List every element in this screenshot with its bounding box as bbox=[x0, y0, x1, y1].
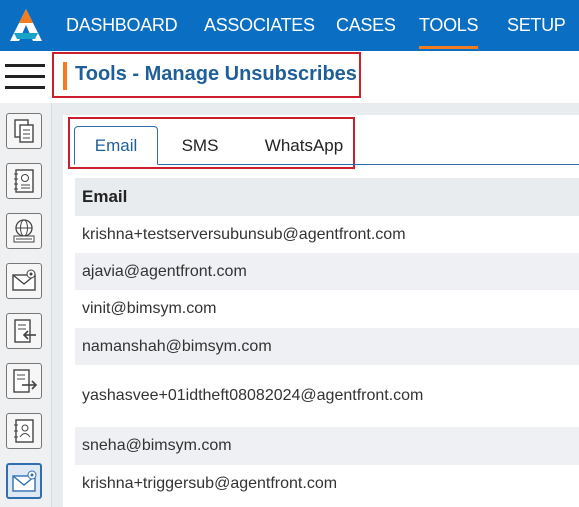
table-row[interactable]: ajavia@agentfront.com bbox=[75, 253, 579, 290]
copy-docs-icon bbox=[14, 119, 34, 143]
nav-tools[interactable]: TOOLS bbox=[419, 0, 479, 51]
nav-dashboard[interactable]: DASHBOARD bbox=[66, 0, 178, 51]
top-nav: DASHBOARD ASSOCIATES CASES TOOLS SETUP bbox=[0, 0, 579, 51]
nav-setup[interactable]: SETUP bbox=[507, 0, 566, 51]
table-row[interactable]: krishna+triggersub@agentfront.com bbox=[75, 465, 579, 503]
web-doc-button[interactable] bbox=[6, 213, 42, 249]
doc-export-icon bbox=[13, 369, 38, 393]
doc-import-icon bbox=[14, 319, 36, 343]
app-logo-icon[interactable] bbox=[6, 7, 46, 45]
mail-settings-button[interactable] bbox=[6, 263, 42, 299]
table-header-email[interactable]: Email bbox=[75, 178, 579, 216]
copy-docs-button[interactable] bbox=[6, 113, 42, 149]
menu-toggle-button[interactable] bbox=[0, 51, 51, 103]
nav-associates[interactable]: ASSOCIATES bbox=[204, 0, 315, 51]
table-row[interactable]: krishna+testserversubunsub@agentfront.co… bbox=[75, 216, 579, 253]
mail-unsubscribe-icon bbox=[12, 470, 37, 492]
table-row[interactable]: vinit@bimsym.com bbox=[75, 290, 579, 328]
tab-whatsapp[interactable]: WhatsApp bbox=[252, 126, 356, 165]
web-doc-icon bbox=[13, 219, 35, 243]
contact-book-icon bbox=[14, 419, 34, 443]
nav-cases[interactable]: CASES bbox=[336, 0, 396, 51]
table-row[interactable]: namanshah@bimsym.com bbox=[75, 328, 579, 365]
mail-unsubscribe-button[interactable] bbox=[6, 463, 42, 499]
page-title: Tools - Manage Unsubscribes bbox=[75, 63, 357, 85]
ledger-icon bbox=[14, 169, 34, 193]
ledger-button[interactable] bbox=[6, 163, 42, 199]
title-accent-bar bbox=[63, 62, 67, 90]
doc-export-button[interactable] bbox=[6, 363, 42, 399]
hamburger-icon bbox=[5, 64, 45, 67]
doc-import-button[interactable] bbox=[6, 313, 42, 349]
tab-sms[interactable]: SMS bbox=[170, 126, 230, 165]
tab-email[interactable]: Email bbox=[74, 126, 158, 165]
sidebar bbox=[0, 103, 52, 507]
table-row[interactable]: sneha@bimsym.com bbox=[75, 427, 579, 465]
table-row[interactable]: yashasvee+01idtheft08082024@agentfront.c… bbox=[75, 365, 579, 427]
contact-book-button[interactable] bbox=[6, 413, 42, 449]
mail-settings-icon bbox=[12, 269, 36, 291]
